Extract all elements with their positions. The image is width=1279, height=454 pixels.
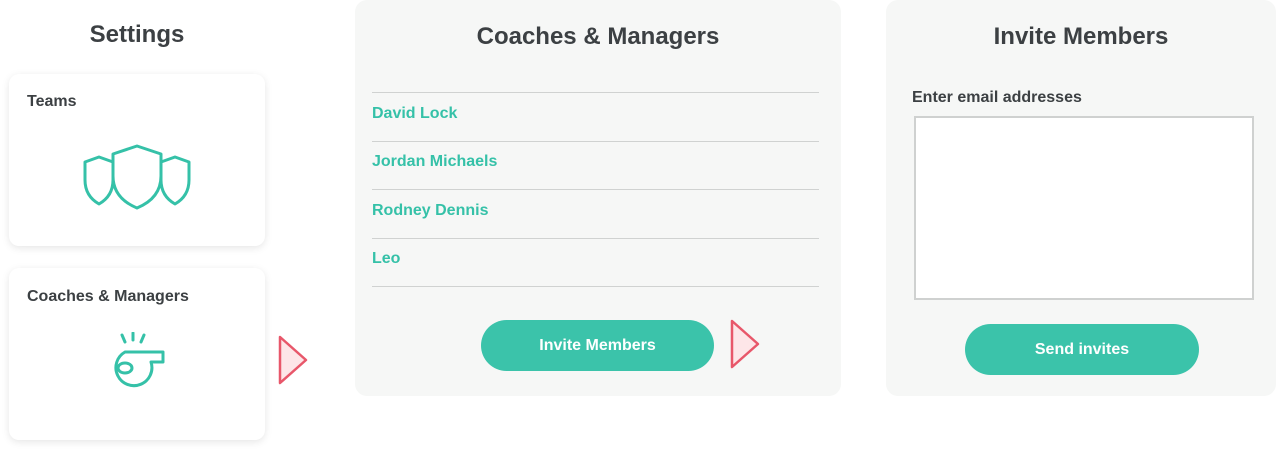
invite-members-panel: Invite Members Enter email addresses Sen… (886, 0, 1276, 396)
coaches-tile-label: Coaches & Managers (27, 288, 189, 305)
invite-members-button[interactable]: Invite Members (481, 320, 714, 371)
flow-arrow-icon (729, 318, 761, 375)
shields-icon (83, 144, 193, 215)
coaches-managers-panel: Coaches & Managers David Lock Jordan Mic… (355, 0, 841, 396)
email-field-label: Enter email addresses (912, 89, 1082, 106)
list-item[interactable]: Leo (372, 239, 819, 287)
invite-panel-title: Invite Members (993, 23, 1169, 50)
whistle-icon (103, 331, 173, 393)
teams-tile[interactable]: Teams (9, 74, 265, 246)
coaches-panel-title: Coaches & Managers (476, 23, 720, 50)
coaches-managers-tile[interactable]: Coaches & Managers (9, 268, 265, 440)
list-item[interactable]: Rodney Dennis (372, 190, 819, 239)
list-item[interactable]: David Lock (372, 93, 819, 142)
list-item[interactable]: Jordan Michaels (372, 142, 819, 190)
email-field[interactable] (914, 116, 1254, 300)
teams-tile-label: Teams (27, 93, 77, 110)
members-list: David Lock Jordan Michaels Rodney Dennis… (372, 92, 819, 287)
flow-arrow-icon (277, 334, 309, 391)
send-invites-button[interactable]: Send invites (965, 324, 1199, 375)
settings-title: Settings (89, 21, 185, 48)
